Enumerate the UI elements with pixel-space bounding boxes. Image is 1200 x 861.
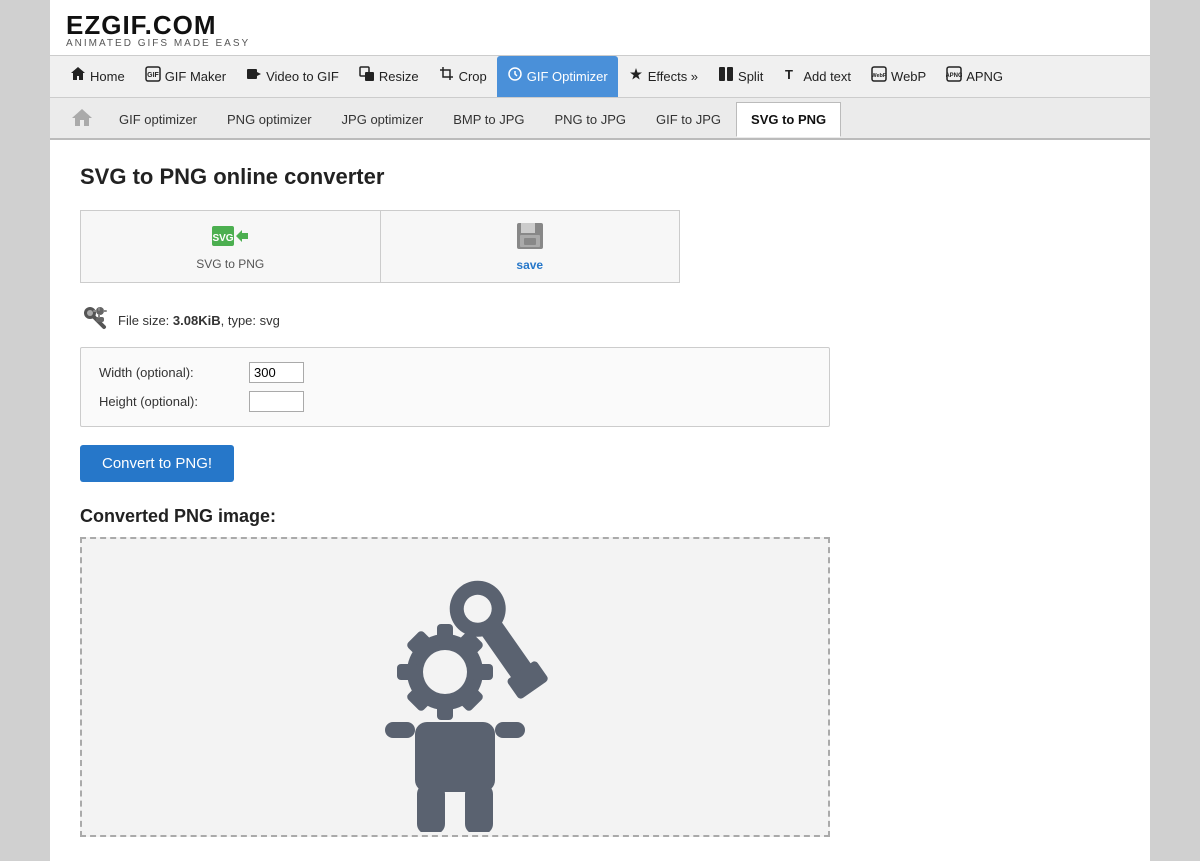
file-info-row: File size: 3.08KiB, type: svg bbox=[80, 303, 1120, 337]
preview-box bbox=[80, 537, 830, 837]
subnav-tab-gif-optimizer[interactable]: GIF optimizer bbox=[104, 102, 212, 136]
nav-icon-gif-maker: GIF bbox=[145, 66, 161, 87]
svg-text:SVG: SVG bbox=[213, 233, 234, 244]
height-row: Height (optional): bbox=[99, 391, 811, 412]
nav-item-video-to-gif[interactable]: Video to GIF bbox=[236, 56, 349, 97]
subnav-tab-gif-to-jpg[interactable]: GIF to JPG bbox=[641, 102, 736, 136]
subnav-home-icon bbox=[60, 98, 104, 138]
width-input[interactable] bbox=[249, 362, 304, 383]
nav-item-add-text[interactable]: T Add text bbox=[773, 56, 861, 97]
save-tab[interactable]: save bbox=[381, 211, 680, 282]
nav-icon-gif-optimizer bbox=[507, 66, 523, 87]
nav-item-apng[interactable]: APNG APNG bbox=[936, 56, 1013, 97]
subnav-tab-png-to-jpg[interactable]: PNG to JPG bbox=[539, 102, 641, 136]
logo-title: EZGIF.COM bbox=[66, 10, 1134, 41]
save-icon bbox=[515, 221, 545, 254]
height-label: Height (optional): bbox=[99, 394, 249, 409]
svg-text:APNG: APNG bbox=[946, 73, 962, 79]
file-size-value: 3.08KiB bbox=[173, 313, 221, 328]
nav-label-add-text: Add text bbox=[803, 69, 851, 84]
subnav-tab-svg-to-png[interactable]: SVG to PNG bbox=[736, 102, 841, 137]
nav-icon-apng: APNG bbox=[946, 66, 962, 87]
subnav-tab-png-optimizer[interactable]: PNG optimizer bbox=[212, 102, 327, 136]
action-tabs: SVG SVG to PNG save bbox=[80, 210, 680, 283]
nav-item-gif-maker[interactable]: GIF GIF Maker bbox=[135, 56, 236, 97]
file-type-prefix: , type: bbox=[221, 313, 260, 328]
nav-item-effects[interactable]: Effects » bbox=[618, 56, 708, 97]
nav-icon-webp: WebP bbox=[871, 66, 887, 87]
nav-label-gif-maker: GIF Maker bbox=[165, 69, 226, 84]
file-size-text: File size: 3.08KiB, type: svg bbox=[118, 313, 280, 328]
sub-nav: GIF optimizerPNG optimizerJPG optimizerB… bbox=[50, 98, 1150, 140]
width-label: Width (optional): bbox=[99, 365, 249, 380]
convert-button[interactable]: Convert to PNG! bbox=[80, 445, 234, 482]
save-tab-label: save bbox=[516, 258, 543, 272]
nav-label-effects: Effects » bbox=[648, 69, 698, 84]
subnav-tab-bmp-to-jpg[interactable]: BMP to JPG bbox=[438, 102, 539, 136]
svg-text:WebP: WebP bbox=[871, 73, 887, 79]
nav-item-webp[interactable]: WebP WebP bbox=[861, 56, 936, 97]
main-nav: Home GIF GIF Maker Video to GIF Resize Crop GI… bbox=[50, 56, 1150, 98]
nav-label-gif-optimizer: GIF Optimizer bbox=[527, 69, 608, 84]
main-content: SVG to PNG online converter SVG SVG to P… bbox=[50, 140, 1150, 861]
subnav-tab-jpg-optimizer[interactable]: JPG optimizer bbox=[327, 102, 439, 136]
file-type-value: svg bbox=[260, 313, 280, 328]
svg-text:GIF: GIF bbox=[147, 72, 159, 79]
height-input[interactable] bbox=[249, 391, 304, 412]
nav-label-apng: APNG bbox=[966, 69, 1003, 84]
logo-subtitle: ANIMATED GIFS MADE EASY bbox=[66, 38, 1134, 49]
nav-label-crop: Crop bbox=[459, 69, 487, 84]
width-row: Width (optional): bbox=[99, 362, 811, 383]
nav-icon-effects bbox=[628, 66, 644, 87]
file-icon bbox=[80, 303, 108, 337]
nav-item-gif-optimizer[interactable]: GIF Optimizer bbox=[497, 56, 618, 97]
nav-icon-video-to-gif bbox=[246, 66, 262, 87]
nav-label-webp: WebP bbox=[891, 69, 926, 84]
nav-label-split: Split bbox=[738, 69, 763, 84]
svg-to-png-icon: SVG bbox=[212, 222, 248, 253]
svg-to-png-tab-label: SVG to PNG bbox=[196, 257, 264, 271]
nav-label-resize: Resize bbox=[379, 69, 419, 84]
nav-item-resize[interactable]: Resize bbox=[349, 56, 429, 97]
nav-icon-add-text: T bbox=[783, 66, 799, 87]
nav-label-video-to-gif: Video to GIF bbox=[266, 69, 339, 84]
options-box: Width (optional): Height (optional): bbox=[80, 347, 830, 427]
nav-icon-crop bbox=[439, 66, 455, 87]
nav-icon-resize bbox=[359, 66, 375, 87]
converted-label: Converted PNG image: bbox=[80, 506, 1120, 527]
preview-image bbox=[295, 542, 615, 832]
nav-label-home: Home bbox=[90, 69, 125, 84]
page-title: SVG to PNG online converter bbox=[80, 164, 1120, 190]
svg-to-png-tab[interactable]: SVG SVG to PNG bbox=[81, 211, 381, 282]
nav-icon-split bbox=[718, 66, 734, 87]
logo: EZGIF.COM ANIMATED GIFS MADE EASY bbox=[66, 10, 1134, 49]
nav-item-crop[interactable]: Crop bbox=[429, 56, 497, 97]
nav-item-home[interactable]: Home bbox=[60, 56, 135, 97]
nav-icon-home bbox=[70, 66, 86, 87]
svg-text:T: T bbox=[785, 67, 793, 82]
file-size-prefix: File size: bbox=[118, 313, 173, 328]
nav-item-split[interactable]: Split bbox=[708, 56, 773, 97]
header: EZGIF.COM ANIMATED GIFS MADE EASY bbox=[50, 0, 1150, 56]
